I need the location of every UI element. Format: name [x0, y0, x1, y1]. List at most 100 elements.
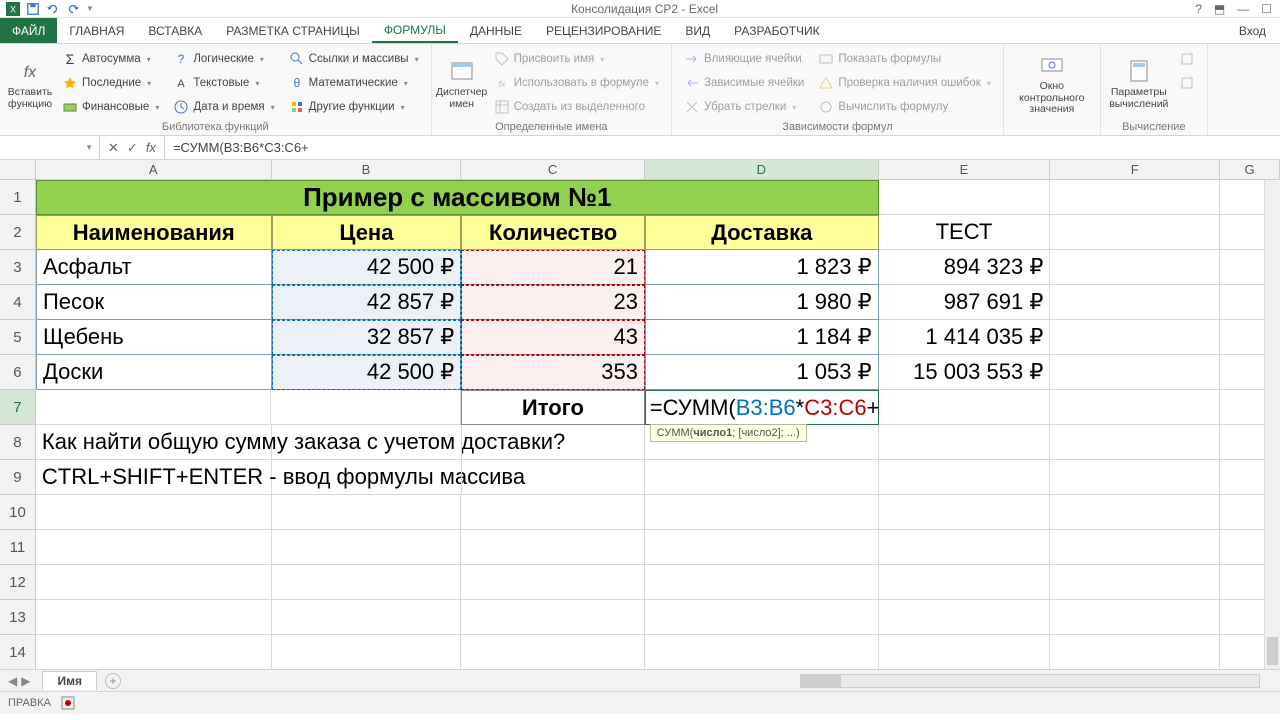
sheet-nav-next-icon[interactable]: ▶	[21, 674, 30, 688]
cell-a9[interactable]: CTRL+SHIFT+ENTER - ввод формулы массива	[36, 460, 272, 495]
cell-b5[interactable]: 32 857 ₽	[272, 320, 462, 355]
row-header[interactable]: 4	[0, 285, 36, 320]
tab-insert[interactable]: ВСТАВКА	[136, 18, 214, 43]
text-button[interactable]: AТекстовые▾	[169, 72, 278, 94]
create-from-selection-button[interactable]: Создать из выделенного	[490, 96, 663, 118]
cell-c6[interactable]: 353	[461, 355, 645, 390]
select-all-corner[interactable]	[0, 160, 36, 179]
error-check-button[interactable]: Проверка наличия ошибок▾	[814, 72, 995, 94]
cell-f2[interactable]	[1050, 215, 1220, 250]
row-header[interactable]: 12	[0, 565, 36, 600]
tab-home[interactable]: ГЛАВНАЯ	[57, 18, 136, 43]
autosum-button[interactable]: ΣАвтосумма▾	[58, 48, 163, 70]
cell-e6[interactable]: 15 003 553 ₽	[879, 355, 1051, 390]
spreadsheet-grid[interactable]: A B C D E F G 1 Пример с массивом №1 2 Н…	[0, 160, 1280, 670]
col-header-e[interactable]: E	[879, 160, 1051, 179]
cell-d4[interactable]: 1 980 ₽	[645, 285, 879, 320]
cell-b2[interactable]: Цена	[272, 215, 462, 250]
qat-dropdown-icon[interactable]: ▼	[86, 4, 94, 13]
col-header-f[interactable]: F	[1050, 160, 1220, 179]
cell-a4[interactable]: Песок	[36, 285, 272, 320]
cell-c5[interactable]: 43	[461, 320, 645, 355]
cell-c7[interactable]: Итого	[461, 390, 645, 425]
cell-d2[interactable]: Доставка	[645, 215, 879, 250]
name-manager-button[interactable]: Диспетчер имен	[440, 48, 484, 119]
cell-e1[interactable]	[879, 180, 1051, 215]
cell-a6[interactable]: Доски	[36, 355, 272, 390]
minimize-icon[interactable]: —	[1237, 2, 1249, 16]
scrollbar-thumb[interactable]	[1267, 637, 1278, 665]
cell-c3[interactable]: 21	[461, 250, 645, 285]
sheet-tab[interactable]: Имя	[42, 671, 97, 690]
watch-window-button[interactable]: Окно контрольного значения	[1012, 48, 1092, 119]
calc-sheet-button[interactable]	[1175, 72, 1199, 94]
name-box[interactable]: ▼	[0, 136, 100, 159]
math-button[interactable]: θМатематические▾	[285, 72, 423, 94]
cell-b6[interactable]: 42 500 ₽	[272, 355, 462, 390]
col-header-d[interactable]: D	[645, 160, 879, 179]
more-fn-button[interactable]: Другие функции▾	[285, 96, 423, 118]
cell-f1[interactable]	[1050, 180, 1220, 215]
row-header[interactable]: 8	[0, 425, 36, 460]
row-header[interactable]: 14	[0, 635, 36, 670]
tab-data[interactable]: ДАННЫЕ	[458, 18, 534, 43]
cell-a2[interactable]: Наименования	[36, 215, 272, 250]
row-header[interactable]: 7	[0, 390, 36, 425]
tab-view[interactable]: ВИД	[673, 18, 722, 43]
tab-formulas[interactable]: ФОРМУЛЫ	[372, 18, 458, 43]
row-header[interactable]: 5	[0, 320, 36, 355]
insert-function-button[interactable]: fx Вставить функцию	[8, 48, 52, 119]
cell-e7[interactable]	[879, 390, 1051, 425]
financial-button[interactable]: Финансовые▾	[58, 96, 163, 118]
formula-bar[interactable]: =СУММ(B3:B6*C3:C6+	[165, 136, 1280, 159]
cell-a8[interactable]: Как найти общую сумму заказа с учетом до…	[36, 425, 272, 460]
row-header[interactable]: 13	[0, 600, 36, 635]
col-header-b[interactable]: B	[272, 160, 462, 179]
tab-developer[interactable]: РАЗРАБОТЧИК	[722, 18, 832, 43]
row-header[interactable]: 1	[0, 180, 36, 215]
cell-d6[interactable]: 1 053 ₽	[645, 355, 879, 390]
chevron-down-icon[interactable]: ▼	[85, 143, 93, 152]
cell-b3[interactable]: 42 500 ₽	[272, 250, 462, 285]
col-header-g[interactable]: G	[1220, 160, 1280, 179]
cell-e4[interactable]: 987 691 ₽	[879, 285, 1051, 320]
cell-e3[interactable]: 894 323 ₽	[879, 250, 1051, 285]
row-header[interactable]: 6	[0, 355, 36, 390]
help-icon[interactable]: ?	[1195, 2, 1202, 16]
cell-a1-merged[interactable]: Пример с массивом №1	[36, 180, 879, 215]
add-sheet-button[interactable]: +	[105, 673, 121, 689]
cell-d5[interactable]: 1 184 ₽	[645, 320, 879, 355]
recent-button[interactable]: Последние▾	[58, 72, 163, 94]
cell-d3[interactable]: 1 823 ₽	[645, 250, 879, 285]
fx-button-icon[interactable]: fx	[146, 140, 156, 155]
tab-page-layout[interactable]: РАЗМЕТКА СТРАНИЦЫ	[214, 18, 372, 43]
tab-review[interactable]: РЕЦЕНЗИРОВАНИЕ	[534, 18, 673, 43]
col-header-a[interactable]: A	[36, 160, 272, 179]
confirm-edit-icon[interactable]: ✓	[127, 140, 138, 156]
cell-e2[interactable]: ТЕСТ	[879, 215, 1051, 250]
cell-b4[interactable]: 42 857 ₽	[272, 285, 462, 320]
cell-a3[interactable]: Асфальт	[36, 250, 272, 285]
cell-a5[interactable]: Щебень	[36, 320, 272, 355]
undo-icon[interactable]	[46, 2, 60, 16]
show-formulas-button[interactable]: Показать формулы	[814, 48, 995, 70]
cell-c2[interactable]: Количество	[461, 215, 645, 250]
save-icon[interactable]	[26, 2, 40, 16]
cell-e5[interactable]: 1 414 035 ₽	[879, 320, 1051, 355]
cell-d7-editing[interactable]: =СУММ(B3:B6*C3:C6+ СУММ(число1; [число2]…	[645, 390, 879, 425]
row-header[interactable]: 10	[0, 495, 36, 530]
ribbon-display-icon[interactable]: ⬒	[1214, 2, 1225, 16]
sheet-nav-prev-icon[interactable]: ◀	[8, 674, 17, 688]
datetime-button[interactable]: Дата и время▾	[169, 96, 278, 118]
remove-arrows-button[interactable]: Убрать стрелки▾	[680, 96, 808, 118]
trace-precedents-button[interactable]: Влияющие ячейки	[680, 48, 808, 70]
tab-file[interactable]: ФАЙЛ	[0, 18, 57, 43]
vertical-scrollbar[interactable]	[1264, 180, 1280, 669]
cell-b7[interactable]	[271, 390, 461, 425]
macro-record-icon[interactable]	[61, 696, 75, 710]
redo-icon[interactable]	[66, 2, 80, 16]
cell-a7[interactable]	[36, 390, 272, 425]
trace-dependents-button[interactable]: Зависимые ячейки	[680, 72, 808, 94]
row-header[interactable]: 9	[0, 460, 36, 495]
col-header-c[interactable]: C	[461, 160, 645, 179]
